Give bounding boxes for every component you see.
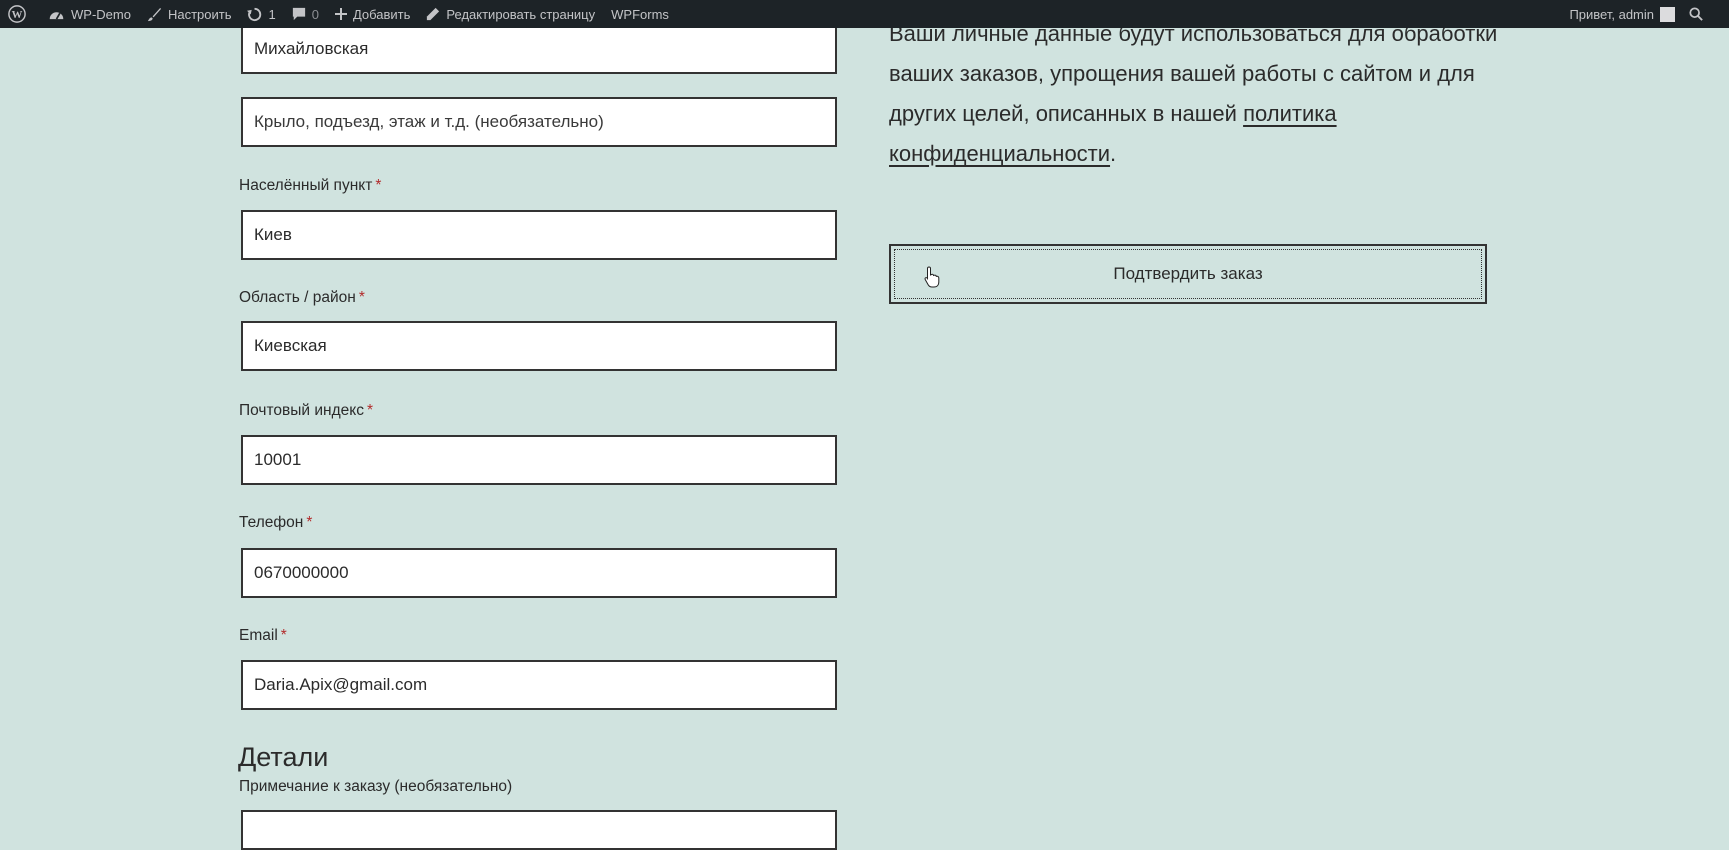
refresh-icon bbox=[247, 7, 262, 21]
updates-link[interactable]: 1 bbox=[239, 0, 283, 28]
site-name: WP-Demo bbox=[71, 6, 131, 22]
state-label: Область / район * bbox=[239, 289, 365, 306]
address-line2-placeholder: Крыло, подъезд, этаж и т.д. (необязатель… bbox=[254, 112, 604, 131]
email-value: Daria.Apix@gmail.com bbox=[254, 675, 428, 694]
add-new-menu[interactable]: Добавить bbox=[327, 0, 418, 28]
my-account-menu[interactable]: Привет, admin bbox=[1561, 0, 1729, 28]
comment-icon bbox=[292, 7, 305, 21]
city-label: Населённый пункт * bbox=[239, 177, 382, 194]
plus-icon bbox=[334, 8, 347, 20]
postcode-field[interactable]: 10001 bbox=[241, 435, 837, 485]
street-address-value: Михайловская bbox=[254, 39, 369, 58]
add-new-label: Добавить bbox=[352, 6, 411, 22]
address-line2-field[interactable]: Крыло, подъезд, этаж и т.д. (необязатель… bbox=[241, 97, 837, 147]
avatar bbox=[1660, 6, 1675, 22]
phone-value: 0670000000 bbox=[254, 563, 349, 582]
required-mark: * bbox=[366, 402, 374, 419]
customize-link[interactable]: Настроить bbox=[139, 0, 240, 28]
admin-bar: W WP-Demo Настроить 1 0 Добавить Редакти… bbox=[0, 0, 1729, 28]
wpforms-label: WPForms bbox=[611, 6, 669, 22]
phone-field[interactable]: 0670000000 bbox=[241, 548, 837, 598]
brush-icon bbox=[147, 7, 162, 21]
city-value: Киев bbox=[254, 225, 292, 244]
order-notes-textarea[interactable] bbox=[241, 810, 837, 850]
state-field[interactable]: Киевская bbox=[241, 321, 837, 371]
order-notes-label: Примечание к заказу (необязательно) bbox=[239, 778, 513, 795]
required-mark: * bbox=[375, 177, 382, 194]
state-value: Киевская bbox=[254, 336, 327, 355]
svg-text:W: W bbox=[12, 9, 23, 21]
wordpress-icon: W bbox=[8, 5, 26, 23]
phone-label: Телефон * bbox=[239, 514, 313, 531]
email-label: Email * bbox=[239, 627, 287, 644]
required-mark: * bbox=[306, 514, 313, 531]
search-icon[interactable] bbox=[1689, 7, 1703, 21]
site-name-menu[interactable]: WP-Demo bbox=[40, 0, 139, 28]
wp-logo[interactable]: W bbox=[0, 0, 40, 28]
edit-page-label: Редактировать страницу bbox=[446, 6, 596, 22]
edit-page-link[interactable]: Редактировать страницу bbox=[418, 0, 603, 28]
postcode-value: 10001 bbox=[254, 450, 302, 469]
required-mark: * bbox=[358, 289, 365, 306]
updates-count: 1 bbox=[268, 6, 276, 22]
city-field[interactable]: Киев bbox=[241, 210, 837, 260]
privacy-text: Ваши личные данные будут использоваться … bbox=[889, 21, 1498, 126]
hand-cursor-icon bbox=[924, 266, 940, 288]
privacy-end: . bbox=[1110, 141, 1117, 166]
street-address-field[interactable]: Михайловская bbox=[241, 24, 837, 74]
pencil-icon bbox=[427, 7, 440, 21]
details-heading: Детали bbox=[238, 742, 329, 772]
dashboard-icon bbox=[49, 12, 64, 20]
comments-count: 0 bbox=[311, 6, 319, 22]
place-order-label: Подтвердить заказ bbox=[1113, 264, 1263, 283]
required-mark: * bbox=[280, 627, 287, 644]
email-field[interactable]: Daria.Apix@gmail.com bbox=[241, 660, 837, 710]
postcode-label: Почтовый индекс * bbox=[239, 402, 374, 419]
customize-label: Настроить bbox=[167, 6, 232, 22]
greeting-text: Привет, admin bbox=[1569, 6, 1654, 22]
privacy-notice: Ваши личные данные будут использоваться … bbox=[889, 14, 1509, 174]
place-order-button[interactable]: Подтвердить заказ bbox=[889, 244, 1487, 304]
comments-link[interactable]: 0 bbox=[284, 0, 327, 28]
wpforms-menu[interactable]: WPForms bbox=[603, 0, 677, 28]
